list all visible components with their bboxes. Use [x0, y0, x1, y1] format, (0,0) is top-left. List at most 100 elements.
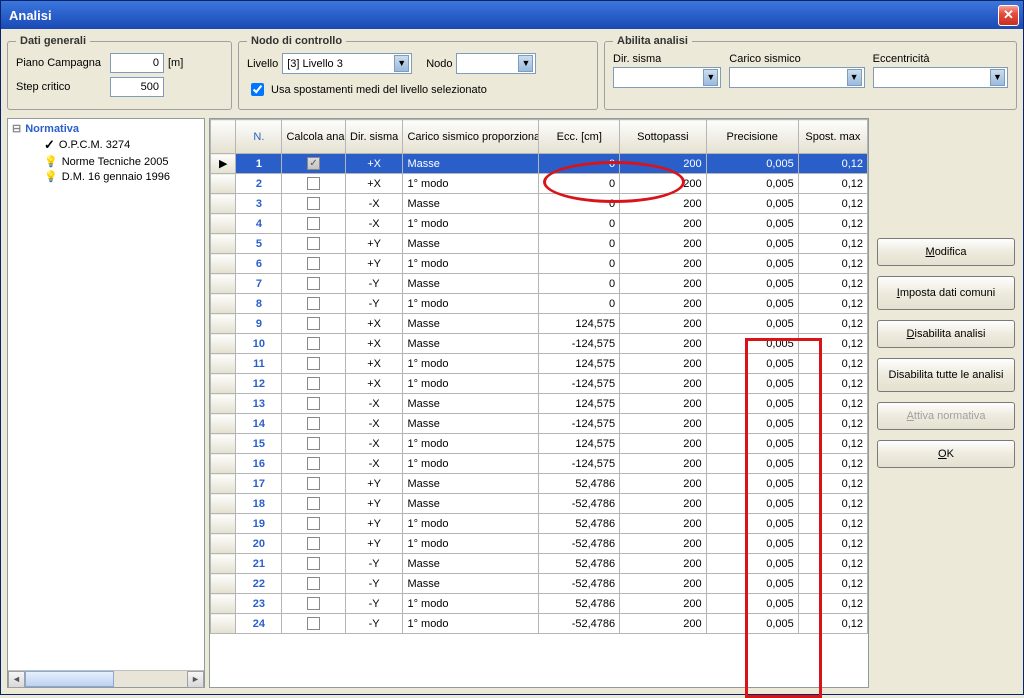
cell-spostmax[interactable]: 0,12: [798, 594, 867, 614]
nodo-combo[interactable]: ▼: [456, 53, 536, 74]
cell-carico[interactable]: 1° modo: [403, 294, 539, 314]
table-row[interactable]: 17+YMasse52,47862000,0050,12: [211, 474, 868, 494]
cell-dir[interactable]: +X: [345, 374, 403, 394]
cell-dir[interactable]: +Y: [345, 474, 403, 494]
checkbox-icon[interactable]: [307, 377, 320, 390]
cell-sottopassi[interactable]: 200: [620, 234, 706, 254]
cell-sottopassi[interactable]: 200: [620, 454, 706, 474]
cell-ecc[interactable]: 0: [539, 234, 620, 254]
cell-sottopassi[interactable]: 200: [620, 434, 706, 454]
cell-sottopassi[interactable]: 200: [620, 414, 706, 434]
col-dir-header[interactable]: Dir. sisma: [345, 120, 403, 154]
cell-precisione[interactable]: 0,005: [706, 574, 798, 594]
cell-carico[interactable]: Masse: [403, 154, 539, 174]
disabilita-tutte-button[interactable]: Disabilita tutte le analisi: [877, 358, 1015, 392]
cell-ecc[interactable]: 0: [539, 254, 620, 274]
cell-dir[interactable]: +X: [345, 154, 403, 174]
cell-ecc[interactable]: 0: [539, 214, 620, 234]
cell-dir[interactable]: +X: [345, 354, 403, 374]
cell-dir[interactable]: -Y: [345, 294, 403, 314]
cell-dir[interactable]: -X: [345, 394, 403, 414]
cell-spostmax[interactable]: 0,12: [798, 234, 867, 254]
cell-carico[interactable]: 1° modo: [403, 214, 539, 234]
col-ecc-header[interactable]: Ecc. [cm]: [539, 120, 620, 154]
cell-precisione[interactable]: 0,005: [706, 274, 798, 294]
cell-ecc[interactable]: 124,575: [539, 434, 620, 454]
checkbox-icon[interactable]: [307, 257, 320, 270]
tree-item[interactable]: ✓O.P.C.M. 3274: [28, 136, 202, 154]
livello-combo[interactable]: [3] Livello 3 ▼: [282, 53, 412, 74]
cell-spostmax[interactable]: 0,12: [798, 514, 867, 534]
scroll-track[interactable]: [25, 671, 187, 687]
cell-sottopassi[interactable]: 200: [620, 154, 706, 174]
cell-sottopassi[interactable]: 200: [620, 314, 706, 334]
cell-sottopassi[interactable]: 200: [620, 254, 706, 274]
table-row[interactable]: 2+X1° modo02000,0050,12: [211, 174, 868, 194]
cell-dir[interactable]: -X: [345, 214, 403, 234]
checkbox-icon[interactable]: [307, 297, 320, 310]
table-row[interactable]: 4-X1° modo02000,0050,12: [211, 214, 868, 234]
cell-dir[interactable]: +Y: [345, 494, 403, 514]
cell-calcola[interactable]: [282, 414, 345, 434]
table-row[interactable]: 24-Y1° modo-52,47862000,0050,12: [211, 614, 868, 634]
cell-dir[interactable]: +X: [345, 174, 403, 194]
checkbox-icon[interactable]: [307, 457, 320, 470]
checkbox-icon[interactable]: [307, 617, 320, 630]
table-row[interactable]: 3-XMasse02000,0050,12: [211, 194, 868, 214]
cell-precisione[interactable]: 0,005: [706, 154, 798, 174]
checkbox-icon[interactable]: [307, 177, 320, 190]
usa-spostamenti-checkbox[interactable]: [251, 83, 264, 96]
checkbox-icon[interactable]: [307, 277, 320, 290]
cell-precisione[interactable]: 0,005: [706, 314, 798, 334]
cell-carico[interactable]: 1° modo: [403, 514, 539, 534]
col-n-header[interactable]: N.: [236, 120, 282, 154]
table-row[interactable]: 7-YMasse02000,0050,12: [211, 274, 868, 294]
cell-dir[interactable]: -Y: [345, 274, 403, 294]
cell-sottopassi[interactable]: 200: [620, 374, 706, 394]
table-row[interactable]: 18+YMasse-52,47862000,0050,12: [211, 494, 868, 514]
cell-ecc[interactable]: 52,4786: [539, 554, 620, 574]
cell-dir[interactable]: +Y: [345, 534, 403, 554]
table-row[interactable]: 10+XMasse-124,5752000,0050,12: [211, 334, 868, 354]
cell-ecc[interactable]: 124,575: [539, 354, 620, 374]
cell-calcola[interactable]: [282, 594, 345, 614]
cell-precisione[interactable]: 0,005: [706, 334, 798, 354]
cell-ecc[interactable]: 0: [539, 274, 620, 294]
cell-ecc[interactable]: -124,575: [539, 454, 620, 474]
checkbox-icon[interactable]: [307, 237, 320, 250]
cell-spostmax[interactable]: 0,12: [798, 394, 867, 414]
cell-sottopassi[interactable]: 200: [620, 394, 706, 414]
table-row[interactable]: 8-Y1° modo02000,0050,12: [211, 294, 868, 314]
checkbox-icon[interactable]: [307, 597, 320, 610]
cell-spostmax[interactable]: 0,12: [798, 574, 867, 594]
cell-sottopassi[interactable]: 200: [620, 534, 706, 554]
cell-sottopassi[interactable]: 200: [620, 274, 706, 294]
cell-precisione[interactable]: 0,005: [706, 534, 798, 554]
cell-n[interactable]: 22: [236, 574, 282, 594]
cell-spostmax[interactable]: 0,12: [798, 334, 867, 354]
cell-calcola[interactable]: [282, 234, 345, 254]
cell-dir[interactable]: -X: [345, 454, 403, 474]
cell-n[interactable]: 19: [236, 514, 282, 534]
cell-calcola[interactable]: [282, 374, 345, 394]
ok-button[interactable]: OK: [877, 440, 1015, 468]
cell-precisione[interactable]: 0,005: [706, 614, 798, 634]
cell-sottopassi[interactable]: 200: [620, 574, 706, 594]
cell-calcola[interactable]: [282, 274, 345, 294]
chevron-down-icon[interactable]: ▼: [703, 69, 718, 86]
cell-spostmax[interactable]: 0,12: [798, 214, 867, 234]
chevron-down-icon[interactable]: ▼: [518, 55, 533, 72]
cell-precisione[interactable]: 0,005: [706, 454, 798, 474]
checkbox-icon[interactable]: [307, 157, 320, 170]
checkbox-icon[interactable]: [307, 497, 320, 510]
cell-n[interactable]: 17: [236, 474, 282, 494]
cell-spostmax[interactable]: 0,12: [798, 194, 867, 214]
scroll-thumb[interactable]: [25, 671, 114, 687]
imposta-dati-button[interactable]: Imposta dati comuni: [877, 276, 1015, 310]
checkbox-icon[interactable]: [307, 517, 320, 530]
table-row[interactable]: 9+XMasse124,5752000,0050,12: [211, 314, 868, 334]
col-carico-header[interactable]: Carico sismico proporzionale: [403, 120, 539, 154]
cell-carico[interactable]: Masse: [403, 554, 539, 574]
cell-n[interactable]: 2: [236, 174, 282, 194]
cell-dir[interactable]: +Y: [345, 514, 403, 534]
